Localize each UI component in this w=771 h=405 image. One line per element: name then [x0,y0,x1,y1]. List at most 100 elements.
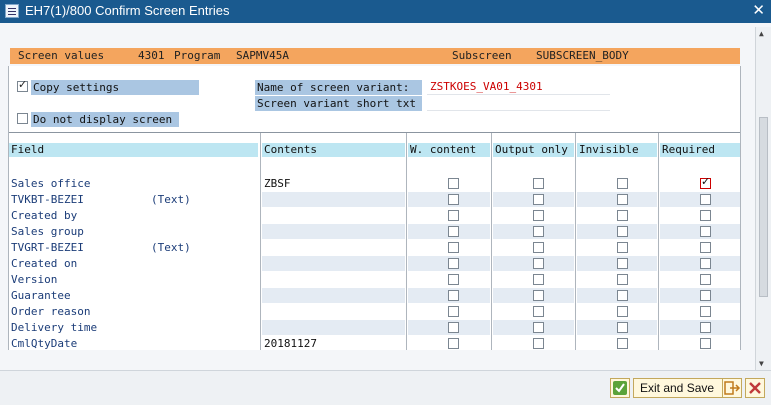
invisible-checkbox[interactable] [617,194,628,205]
output-only-checkbox[interactable] [533,322,544,333]
table-row: Guarantee [9,288,740,304]
main-frame: Copy settings Do not display screen Name… [8,66,741,350]
variant-name-field[interactable]: ZSTKOES_VA01_4301 [427,80,610,95]
settings-panel: Copy settings Do not display screen Name… [9,66,740,133]
invisible-checkbox[interactable] [617,338,628,349]
required-checkbox[interactable] [700,194,711,205]
column-header-with-content[interactable]: W. content [408,143,490,157]
table-row: Order reason [9,304,740,320]
column-header-field[interactable]: Field [9,143,258,157]
output-only-checkbox[interactable] [533,338,544,349]
required-checkbox[interactable] [700,274,711,285]
with-content-checkbox[interactable] [448,194,459,205]
with-content-checkbox[interactable] [448,338,459,349]
field-name: CmlQtyDate [11,337,78,350]
with-content-checkbox[interactable] [448,242,459,253]
do-not-display-label: Do not display screen [31,112,179,127]
field-name: Delivery time [11,321,98,334]
column-header-required[interactable]: Required [660,143,740,157]
with-content-checkbox[interactable] [448,178,459,189]
invisible-checkbox[interactable] [617,258,628,269]
invisible-checkbox[interactable] [617,210,628,221]
field-contents[interactable] [262,208,405,223]
output-only-checkbox[interactable] [533,290,544,301]
column-header-invisible[interactable]: Invisible [577,143,657,157]
window-close-icon[interactable]: ✕ [752,1,765,19]
with-content-checkbox[interactable] [448,274,459,285]
with-content-checkbox[interactable] [448,258,459,269]
with-content-checkbox[interactable] [448,290,459,301]
window-titlebar: EH7(1)/800 Confirm Screen Entries ✕ [0,0,771,23]
scrollbar-thumb[interactable] [759,117,768,297]
output-only-checkbox[interactable] [533,210,544,221]
with-content-checkbox[interactable] [448,322,459,333]
field-name: TVGRT-BEZEI [11,241,84,254]
table-row: CmlQtyDate 20181127 [9,336,740,352]
invisible-checkbox[interactable] [617,178,628,189]
table-row: Sales office ZBSF [9,175,740,192]
field-name: Sales group [11,225,84,238]
cancel-button[interactable] [745,378,765,398]
required-checkbox[interactable] [700,322,711,333]
invisible-checkbox[interactable] [617,290,628,301]
required-checkbox[interactable] [700,290,711,301]
output-only-checkbox[interactable] [533,306,544,317]
table-row: Version [9,272,740,288]
output-only-checkbox[interactable] [533,226,544,237]
output-only-checkbox[interactable] [533,178,544,189]
field-contents[interactable] [262,240,405,255]
with-content-checkbox[interactable] [448,210,459,221]
output-only-checkbox[interactable] [533,258,544,269]
field-contents[interactable] [262,192,405,207]
variant-short-label: Screen variant short txt [255,96,422,111]
field-contents[interactable] [262,304,405,319]
invisible-checkbox[interactable] [617,226,628,237]
output-only-checkbox[interactable] [533,242,544,253]
checkmark-icon [613,381,627,395]
confirm-button[interactable] [610,378,630,398]
variant-short-field[interactable] [427,96,610,111]
close-icon [749,382,761,394]
vertical-scrollbar[interactable]: ▲ ▼ [755,27,771,370]
field-contents[interactable] [262,320,405,335]
output-only-checkbox[interactable] [533,274,544,285]
field-name: Created by [11,209,78,222]
required-checkbox[interactable] [700,258,711,269]
output-only-checkbox[interactable] [533,194,544,205]
field-contents[interactable] [262,288,405,303]
field-contents[interactable] [262,256,405,271]
field-contents[interactable] [262,272,405,287]
screen-values-bar: Screen values 4301 Program SAPMV45A Subs… [10,48,740,64]
field-contents[interactable]: 20181127 [262,336,405,351]
scroll-down-icon[interactable]: ▼ [759,359,764,368]
required-checkbox[interactable] [700,338,711,349]
column-header-output-only[interactable]: Output only [493,143,574,157]
required-checkbox[interactable] [700,175,711,189]
field-contents[interactable]: ZBSF [262,176,405,191]
field-contents[interactable] [262,224,405,239]
required-checkbox[interactable] [700,242,711,253]
column-header-contents[interactable]: Contents [262,143,405,157]
invisible-checkbox[interactable] [617,242,628,253]
required-checkbox[interactable] [700,306,711,317]
required-checkbox[interactable] [700,226,711,237]
field-name: Created on [11,257,78,270]
required-checkbox[interactable] [700,210,711,221]
with-content-checkbox[interactable] [448,306,459,317]
table-row: TVKBT-BEZEI (Text) [9,192,740,208]
dialog-footer: Exit and Save [0,370,771,405]
scroll-up-icon[interactable]: ▲ [759,29,764,38]
invisible-checkbox[interactable] [617,322,628,333]
exit-and-save-button[interactable]: Exit and Save [633,378,729,398]
copy-settings-checkbox[interactable] [17,78,28,92]
invisible-checkbox[interactable] [617,306,628,317]
screen-number: 4301 [138,49,165,62]
with-content-checkbox[interactable] [448,226,459,237]
table-row: Delivery time [9,320,740,336]
exit-button[interactable] [722,378,742,398]
window-title: EH7(1)/800 Confirm Screen Entries [25,3,230,18]
exit-icon [724,381,741,395]
field-name: TVKBT-BEZEI [11,193,84,206]
invisible-checkbox[interactable] [617,274,628,285]
do-not-display-checkbox[interactable] [17,113,28,124]
